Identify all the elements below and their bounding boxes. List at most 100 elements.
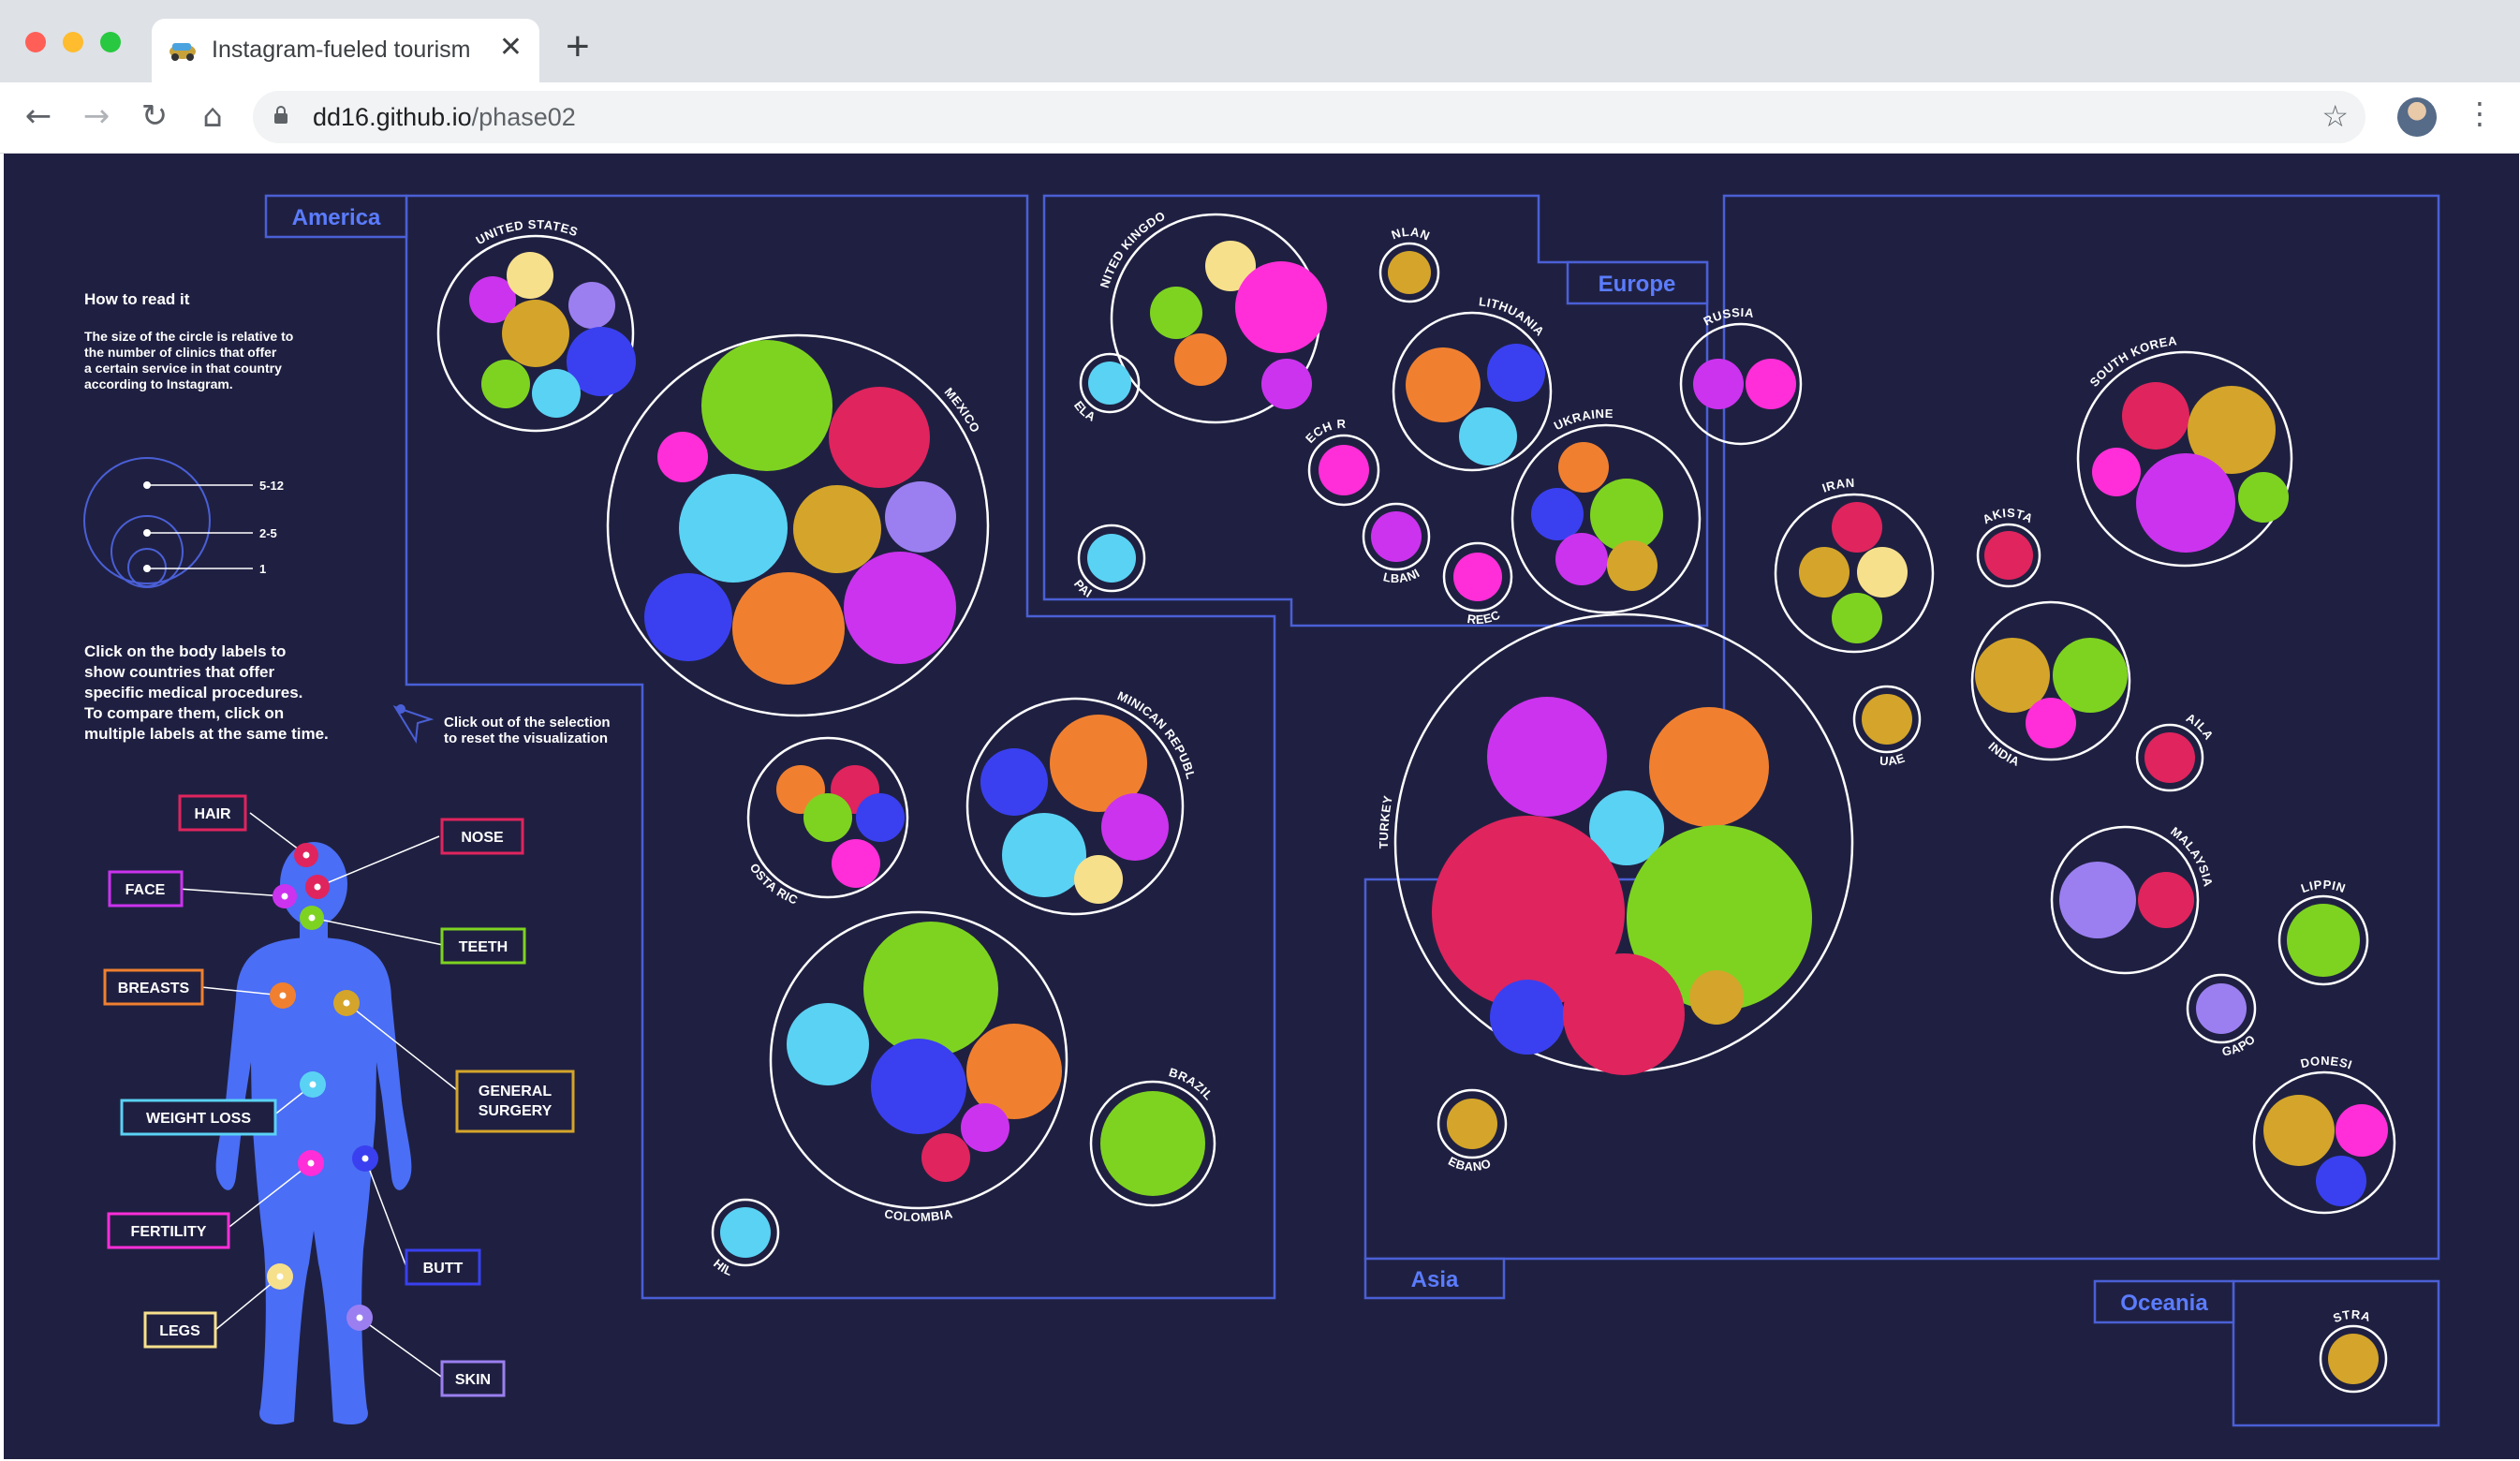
- browser-menu-icon[interactable]: ⋮: [2465, 96, 2495, 131]
- service-bubble-face[interactable]: [1371, 511, 1422, 562]
- body-label-teeth[interactable]: TEETH: [440, 927, 526, 965]
- country-brazil[interactable]: BRAZIL: [1089, 1065, 1216, 1207]
- close-window-button[interactable]: [25, 32, 46, 52]
- service-bubble-teeth[interactable]: [481, 360, 530, 408]
- service-bubble-teeth[interactable]: [803, 793, 852, 842]
- service-bubble-hair[interactable]: [829, 387, 930, 488]
- service-bubble-teeth[interactable]: [1590, 479, 1663, 552]
- service-bubble-weight-loss[interactable]: [720, 1207, 771, 1258]
- back-arrow-icon[interactable]: ←: [18, 96, 59, 137]
- country-turkey[interactable]: TURKEY: [1377, 612, 1854, 1075]
- service-bubble-fertility[interactable]: [1453, 553, 1502, 601]
- service-bubble-general-surgery[interactable]: [502, 300, 569, 367]
- country-colombia[interactable]: COLOMBIA: [769, 910, 1068, 1224]
- country-ukraine[interactable]: UKRAINE: [1511, 406, 1702, 614]
- bubble-map[interactable]: America Europe Asia Oceania How to read …: [4, 154, 2519, 1459]
- service-bubble-general-surgery[interactable]: [1447, 1099, 1497, 1149]
- region-oceania[interactable]: Oceania: [2093, 1279, 2235, 1324]
- service-bubble-hair[interactable]: [1832, 502, 1882, 553]
- service-bubble-general-surgery[interactable]: [1862, 694, 1912, 745]
- service-bubble-skin[interactable]: [568, 282, 615, 329]
- reload-icon[interactable]: ↻: [134, 96, 175, 137]
- service-bubble-face[interactable]: [1261, 359, 1312, 409]
- service-bubble-general-surgery[interactable]: [1799, 547, 1849, 598]
- service-bubble-fertility[interactable]: [2336, 1104, 2388, 1157]
- service-bubble-breasts[interactable]: [1406, 347, 1481, 422]
- service-bubble-weight-loss[interactable]: [787, 1003, 869, 1085]
- region-america[interactable]: America: [264, 194, 408, 239]
- service-bubble-teeth[interactable]: [2287, 904, 2360, 977]
- body-label-legs[interactable]: LEGS: [143, 1311, 217, 1349]
- service-bubble-teeth[interactable]: [863, 922, 998, 1056]
- service-bubble-fertility[interactable]: [2026, 698, 2076, 748]
- minimize-window-button[interactable]: [63, 32, 83, 52]
- body-label-face[interactable]: FACE: [108, 870, 184, 908]
- service-bubble-butt[interactable]: [644, 573, 732, 661]
- country-uae[interactable]: UAE: [1852, 685, 1922, 768]
- region-asia[interactable]: Asia: [1363, 1257, 1506, 1300]
- service-bubble-weight-loss[interactable]: [1087, 534, 1136, 583]
- service-bubble-face[interactable]: [1487, 697, 1607, 817]
- visualization-canvas[interactable]: America Europe Asia Oceania How to read …: [4, 154, 2519, 1459]
- service-bubble-teeth[interactable]: [1832, 593, 1882, 643]
- service-bubble-hair[interactable]: [2144, 732, 2195, 783]
- service-bubble-fertility[interactable]: [1235, 261, 1327, 353]
- profile-avatar[interactable]: [2397, 97, 2437, 137]
- service-bubble-weight-loss[interactable]: [1459, 407, 1517, 465]
- country-malaysia[interactable]: MALAYSIA: [2050, 824, 2216, 975]
- service-bubble-fertility[interactable]: [2092, 448, 2141, 496]
- body-label-skin[interactable]: SKIN: [440, 1360, 506, 1397]
- service-bubble-weight-loss[interactable]: [679, 474, 788, 583]
- body-label-general-surgery[interactable]: GENERAL SURGERY: [455, 1070, 575, 1133]
- service-bubble-hair[interactable]: [2122, 382, 2189, 450]
- service-bubble-fertility[interactable]: [832, 839, 880, 888]
- service-bubble-teeth[interactable]: [1100, 1091, 1205, 1196]
- service-bubble-teeth[interactable]: [1150, 287, 1202, 339]
- service-bubble-butt[interactable]: [1487, 344, 1545, 402]
- service-bubble-skin[interactable]: [2059, 862, 2136, 938]
- service-bubble-legs[interactable]: [507, 252, 553, 299]
- service-bubble-weight-loss[interactable]: [1002, 813, 1086, 897]
- new-tab-button[interactable]: +: [566, 26, 590, 67]
- service-bubble-general-surgery[interactable]: [1607, 540, 1658, 591]
- service-bubble-teeth[interactable]: [701, 340, 833, 471]
- service-bubble-face[interactable]: [2136, 453, 2235, 553]
- service-bubble-face[interactable]: [1555, 533, 1608, 585]
- service-bubble-butt[interactable]: [1490, 980, 1565, 1055]
- service-bubble-hair[interactable]: [1984, 531, 2033, 580]
- service-bubble-weight-loss[interactable]: [532, 369, 581, 418]
- service-bubble-general-surgery[interactable]: [1388, 251, 1431, 294]
- service-bubble-fertility[interactable]: [657, 432, 708, 482]
- body-label-breasts[interactable]: BREASTS: [103, 968, 204, 1006]
- maximize-window-button[interactable]: [100, 32, 121, 52]
- tab-active[interactable]: Instagram-fueled tourism ✕: [152, 19, 539, 82]
- service-bubble-general-surgery[interactable]: [2263, 1095, 2335, 1166]
- country-india[interactable]: INDIA: [1970, 600, 2131, 769]
- body-label-fertility[interactable]: FERTILITY: [107, 1212, 230, 1249]
- service-bubble-breasts[interactable]: [1649, 707, 1769, 827]
- country-mexico[interactable]: MEXICO: [606, 333, 990, 717]
- service-bubble-general-surgery[interactable]: [2328, 1334, 2379, 1384]
- service-bubble-face[interactable]: [844, 552, 956, 664]
- service-bubble-fertility[interactable]: [1746, 359, 1796, 409]
- country-iran[interactable]: IRAN: [1774, 476, 1935, 654]
- service-bubble-teeth[interactable]: [2238, 472, 2289, 523]
- service-bubble-butt[interactable]: [1531, 488, 1584, 540]
- country-south-korea[interactable]: SOUTH KOREA: [2076, 333, 2293, 568]
- service-bubble-general-surgery[interactable]: [1689, 970, 1744, 1025]
- body-label-weight-loss[interactable]: WEIGHT LOSS: [120, 1099, 277, 1136]
- service-bubble-skin[interactable]: [885, 481, 956, 553]
- service-bubble-breasts[interactable]: [732, 572, 845, 685]
- body-label-nose[interactable]: NOSE: [440, 818, 524, 855]
- service-bubble-hair[interactable]: [921, 1133, 970, 1182]
- service-bubble-weight-loss[interactable]: [1088, 362, 1131, 405]
- country-lithuania[interactable]: LITHUANIA: [1392, 294, 1553, 472]
- service-bubble-breasts[interactable]: [1558, 442, 1609, 493]
- forward-arrow-icon[interactable]: →: [76, 96, 117, 137]
- service-bubble-face[interactable]: [1101, 793, 1169, 861]
- service-bubble-nose[interactable]: [2138, 872, 2194, 928]
- country-russia[interactable]: RUSSIA: [1679, 305, 1803, 446]
- service-bubble-legs[interactable]: [1074, 855, 1123, 904]
- service-bubble-butt[interactable]: [2316, 1156, 2366, 1206]
- home-icon[interactable]: ⌂: [192, 96, 233, 137]
